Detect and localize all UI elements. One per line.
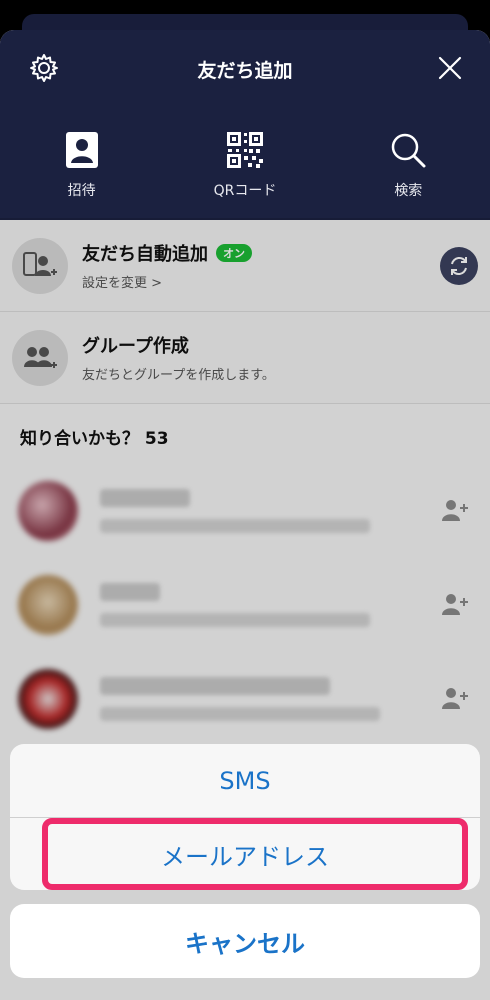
sms-option[interactable]: SMS (10, 744, 480, 817)
tab-qr-code[interactable]: QRコード (163, 130, 326, 200)
search-icon (388, 130, 428, 170)
header: 友だち追加 招待 QRコード 検索 (0, 30, 490, 220)
qr-code-icon (225, 130, 265, 170)
tab-search-label: 検索 (394, 183, 423, 199)
close-icon[interactable] (436, 54, 464, 82)
tab-qr-code-label: QRコード (213, 183, 277, 199)
tab-search[interactable]: 検索 (327, 130, 490, 200)
page-title: 友だち追加 (197, 60, 293, 82)
cancel-button[interactable]: キャンセル (10, 904, 480, 978)
tab-invite-label: 招待 (67, 183, 96, 199)
contact-book-icon (62, 130, 102, 170)
header-tabs: 招待 QRコード 検索 (0, 130, 490, 200)
tab-invite[interactable]: 招待 (0, 130, 163, 200)
highlight-frame (42, 818, 468, 890)
